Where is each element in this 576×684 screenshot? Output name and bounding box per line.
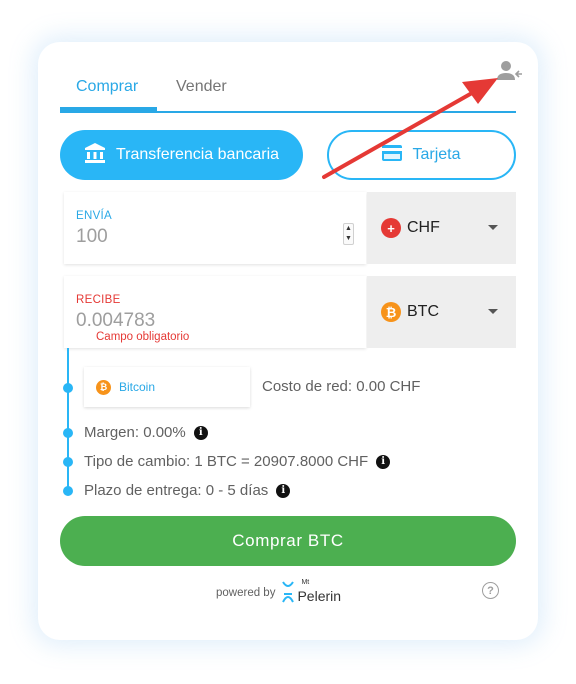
network-chip-label: Bitcoin [119,380,156,394]
pelerin-logo-icon [282,581,295,603]
card-payment-button[interactable]: Tarjeta [327,130,516,180]
mt-pelerin-logo[interactable]: Mt Pelerin [281,579,342,604]
send-amount-input[interactable]: 100 [76,226,108,248]
timeline-dot [63,457,73,467]
delivery-time-text: Plazo de entrega: 0 - 5 días [84,482,269,499]
send-label: ENVÍA [76,210,113,222]
receive-amount-field[interactable]: RECIBE 0.004783 Campo obligatorio [64,276,366,348]
powered-by-label: powered by [216,587,276,599]
exchange-rate-text: Tipo de cambio: 1 BTC = 20907.8000 CHF [84,453,369,470]
receive-currency-value: BTC [407,303,439,320]
network-fee-text: Costo de red: 0.00 CHF [262,378,421,395]
amount-stepper[interactable]: ▲ ▼ [343,223,354,245]
send-currency-select[interactable]: + CHF [367,192,516,264]
tab-vender[interactable]: Vender [176,78,227,96]
margin-text: Margen: 0.00% [84,424,186,441]
exchange-rate-row: Tipo de cambio: 1 BTC = 20907.8000 CHF i [84,453,391,470]
timeline-dot [63,486,73,496]
bank-transfer-button[interactable]: Transferencia bancaria [60,130,303,180]
margin-row: Margen: 0.00% i [84,424,208,441]
send-currency-value: CHF [407,219,440,236]
receive-label: RECIBE [76,294,121,306]
delivery-time-row: Plazo de entrega: 0 - 5 días i [84,482,291,499]
send-amount-field[interactable]: ENVÍA 100 ▲ ▼ [64,192,366,264]
timeline-dot [63,428,73,438]
info-icon[interactable]: i [276,483,291,498]
info-icon[interactable]: i [376,454,391,469]
receive-amount-input[interactable]: 0.004783 [76,310,155,332]
info-icon[interactable]: i [193,425,208,440]
bank-transfer-label: Transferencia bancaria [115,146,280,163]
stepper-down-icon[interactable]: ▼ [344,234,353,244]
timeline-line [67,348,69,492]
timeline-dot [63,383,73,393]
user-account-icon[interactable] [497,60,523,84]
chevron-down-icon [488,309,498,314]
receive-currency-select[interactable]: ₿ BTC [367,276,516,348]
network-chip[interactable]: ₿ Bitcoin [84,367,250,407]
buy-btc-button[interactable]: Comprar BTC [60,516,516,566]
tab-comprar[interactable]: Comprar [76,78,138,96]
brand-name: Pelerin [297,588,342,604]
powered-by[interactable]: powered by Mt Pelerin [216,579,342,604]
chevron-down-icon [488,225,498,230]
swiss-flag-icon: + [381,218,401,238]
card-payment-label: Tarjeta [412,146,461,163]
bitcoin-icon: ₿ [96,379,111,395]
bank-icon [84,142,106,169]
required-field-error: Campo obligatorio [96,331,190,343]
tabs-divider [60,111,516,113]
credit-card-icon [382,144,403,166]
bitcoin-icon: ₿ [381,302,401,322]
stepper-up-icon[interactable]: ▲ [344,224,353,234]
help-icon[interactable]: ? [482,582,499,599]
brand-prefix: Mt [301,579,310,586]
